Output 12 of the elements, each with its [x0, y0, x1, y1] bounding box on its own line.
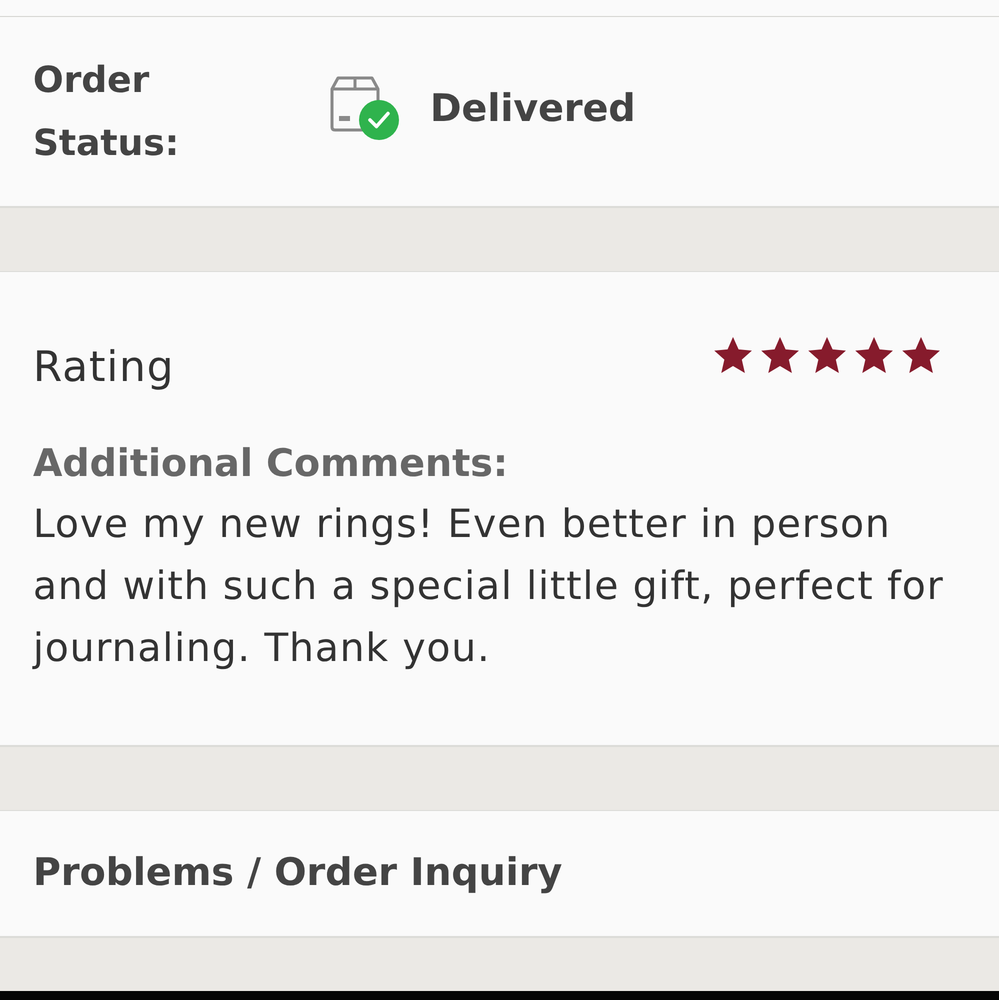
order-inquiry-link[interactable]: Problems / Order Inquiry: [33, 850, 562, 894]
box-check-icon: [330, 74, 400, 140]
rating-label: Rating: [33, 342, 174, 392]
star-icon: [761, 337, 799, 373]
star-icon: [855, 337, 893, 373]
comments-label: Additional Comments:: [33, 440, 510, 487]
star-icon: [808, 337, 846, 373]
star-icon: [714, 337, 752, 373]
star-icon: [902, 337, 940, 373]
order-status-value: Delivered: [430, 86, 636, 130]
comment-text: Love my new rings! Even better in person and with such a special little gift, perfect for journaling. Thank you.: [33, 501, 945, 673]
order-status-label: Order Status:: [33, 58, 180, 166]
